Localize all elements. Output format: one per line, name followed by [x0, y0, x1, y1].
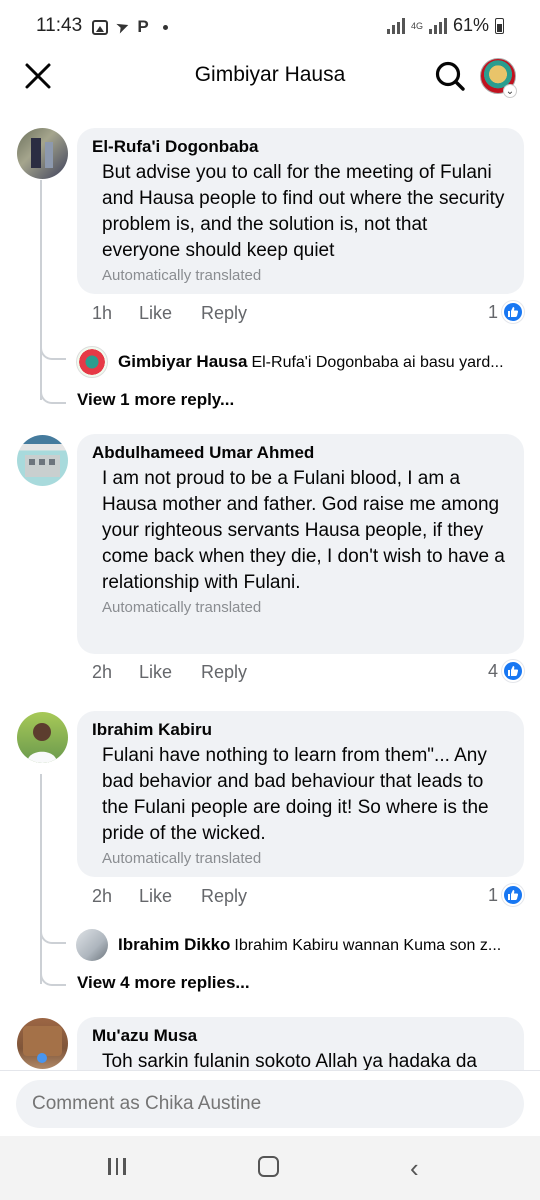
- like-button[interactable]: Like: [139, 886, 201, 907]
- system-navigation-bar: ‹: [0, 1136, 540, 1200]
- send-icon: ➤: [113, 17, 133, 38]
- translation-note[interactable]: Automatically translated: [92, 266, 510, 286]
- search-button[interactable]: [434, 60, 466, 92]
- reaction-count[interactable]: 4: [488, 660, 524, 682]
- like-button[interactable]: Like: [139, 662, 201, 683]
- reply-snippet: El-Rufa'i Dogonbaba ai basu yard...: [251, 354, 504, 371]
- reply-author: Gimbiyar Hausa: [118, 352, 248, 371]
- gallery-icon: [92, 19, 108, 35]
- comment-bubble[interactable]: Mu'azu Musa Toh sarkin fulanin sokoto Al…: [77, 1017, 524, 1070]
- translation-note[interactable]: Automatically translated: [92, 598, 510, 618]
- view-more-replies-link[interactable]: View 4 more replies...: [77, 973, 250, 993]
- avatar: [76, 929, 108, 961]
- thread-connector: [40, 910, 66, 944]
- thread-line: [40, 774, 42, 984]
- comment-composer-bar: [0, 1070, 540, 1136]
- avatar[interactable]: [17, 128, 68, 179]
- avatar: [76, 346, 108, 378]
- reply-snippet: Ibrahim Kabiru wannan Kuma son z...: [234, 937, 502, 954]
- comment-author[interactable]: Abdulhameed Umar Ahmed: [92, 442, 510, 464]
- comment-bubble[interactable]: El-Rufa'i Dogonbaba But advise you to ca…: [77, 128, 524, 294]
- back-icon[interactable]: ‹: [410, 1153, 419, 1184]
- reaction-number: 1: [487, 884, 498, 905]
- comment-text: Fulani have nothing to learn from them".…: [102, 745, 489, 844]
- reply-author: Ibrahim Dikko: [118, 935, 231, 954]
- recent-apps-icon[interactable]: [108, 1158, 126, 1175]
- network-type: 4G: [410, 20, 423, 31]
- notification-icons: ➤ P: [92, 17, 168, 38]
- comments-feed[interactable]: El-Rufa'i Dogonbaba But advise you to ca…: [0, 118, 540, 1070]
- thumbs-up-icon: [502, 301, 524, 323]
- battery-percent: 61%: [452, 15, 489, 35]
- comment-input[interactable]: [16, 1080, 524, 1128]
- comment-time: 2h: [92, 662, 113, 682]
- reply-button[interactable]: Reply: [201, 303, 247, 324]
- reply-button[interactable]: Reply: [201, 662, 247, 683]
- thread-connector: [40, 328, 66, 360]
- comment-author[interactable]: El-Rufa'i Dogonbaba: [92, 136, 510, 158]
- thread-connector: [40, 376, 66, 404]
- reply-preview[interactable]: Ibrahim Dikko Ibrahim Kabiru wannan Kuma …: [76, 929, 522, 961]
- chevron-down-icon[interactable]: ⌄: [503, 84, 517, 98]
- system-icons: 4G 61%: [386, 15, 504, 36]
- signal-icon-2: [428, 17, 447, 34]
- home-icon[interactable]: [258, 1156, 279, 1177]
- thread-connector: [40, 958, 66, 986]
- search-icon: [435, 61, 465, 91]
- status-bar: 11:43 ➤ P 4G 61%: [0, 0, 540, 52]
- like-button[interactable]: Like: [139, 303, 201, 324]
- signal-icon: [386, 17, 405, 34]
- comment-actions: 2h Like Reply: [92, 886, 247, 907]
- thumbs-up-icon: [502, 660, 524, 682]
- more-notifications-dot-icon: [162, 24, 168, 30]
- status-time: 11:43: [36, 15, 83, 36]
- reaction-number: 4: [487, 660, 498, 681]
- app-header: Gimbiyar Hausa ⌄: [0, 52, 540, 100]
- comment-author[interactable]: Ibrahim Kabiru: [92, 719, 510, 741]
- reply-preview-text: Gimbiyar Hausa El-Rufa'i Dogonbaba ai bas…: [118, 352, 504, 372]
- reply-button[interactable]: Reply: [201, 886, 247, 907]
- reply-preview[interactable]: Gimbiyar Hausa El-Rufa'i Dogonbaba ai bas…: [76, 346, 522, 378]
- comment-bubble[interactable]: Abdulhameed Umar Ahmed I am not proud to…: [77, 434, 524, 654]
- avatar[interactable]: [17, 1018, 68, 1069]
- comment-time: 1h: [92, 303, 113, 323]
- reply-preview-text: Ibrahim Dikko Ibrahim Kabiru wannan Kuma …: [118, 935, 501, 955]
- view-more-replies-link[interactable]: View 1 more reply...: [77, 390, 234, 410]
- comment-actions: 2h Like Reply: [92, 662, 247, 683]
- comment-actions: 1h Like Reply: [92, 303, 247, 324]
- reaction-count[interactable]: 1: [488, 884, 524, 906]
- thumbs-up-icon: [502, 884, 524, 906]
- battery-icon: [495, 17, 504, 34]
- avatar[interactable]: [17, 435, 68, 486]
- thread-line: [40, 180, 42, 400]
- comment-text: I am not proud to be a Fulani blood, I a…: [102, 468, 505, 593]
- reaction-number: 1: [487, 301, 498, 322]
- comment-author[interactable]: Mu'azu Musa: [92, 1025, 510, 1047]
- comment-time: 2h: [92, 886, 113, 906]
- comment-text: Toh sarkin fulanin sokoto Allah ya hadak…: [102, 1051, 477, 1070]
- translation-note[interactable]: Automatically translated: [92, 849, 510, 869]
- comment-bubble[interactable]: Ibrahim Kabiru Fulani have nothing to le…: [77, 711, 524, 877]
- avatar[interactable]: [17, 712, 68, 763]
- comment-text: But advise you to call for the meeting o…: [102, 162, 505, 261]
- reaction-count[interactable]: 1: [488, 301, 524, 323]
- p-icon: P: [137, 17, 149, 36]
